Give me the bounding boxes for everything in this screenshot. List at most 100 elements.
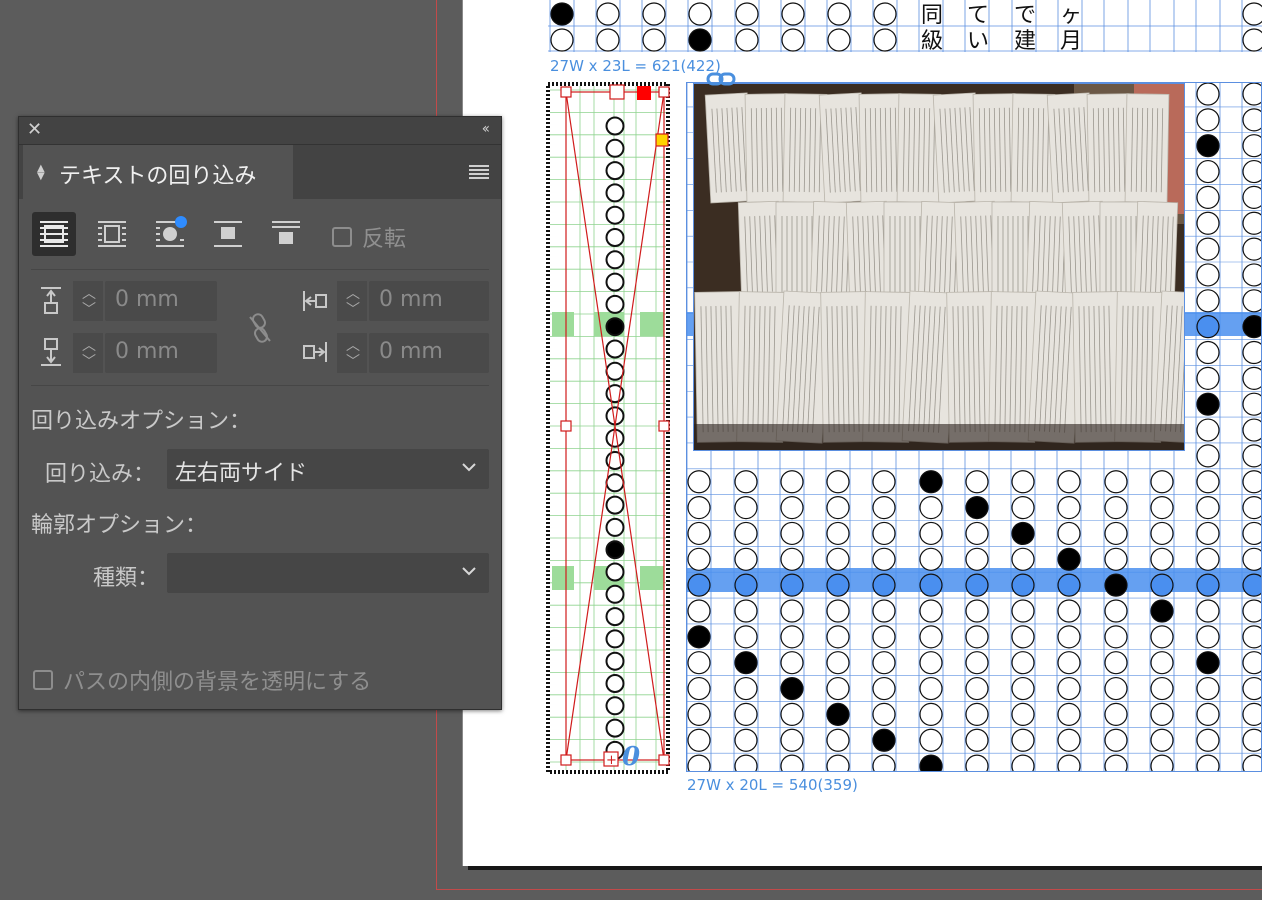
grid-circle <box>605 696 625 716</box>
placed-photo[interactable] <box>693 83 1185 451</box>
grid-circle <box>1242 185 1262 209</box>
panel-menu-icon[interactable] <box>469 165 489 179</box>
close-icon[interactable]: ✕ <box>27 120 42 140</box>
grid-circle <box>605 495 625 515</box>
grid-circle <box>687 547 711 571</box>
grid-circle <box>1150 547 1174 571</box>
selected-text-frame[interactable]: + <box>546 82 670 774</box>
wrap-to-dropdown[interactable]: 左右両サイド <box>167 449 489 489</box>
grid-circle <box>872 470 896 494</box>
grid-circle <box>1150 496 1174 520</box>
grid-circle <box>605 361 625 381</box>
tab-sort-icon[interactable]: ▲ ▼ <box>37 164 45 182</box>
divider <box>31 269 489 270</box>
jump-object-icon <box>214 221 242 247</box>
overset-text-marker[interactable]: 0 <box>622 742 640 772</box>
grid-circle <box>1011 573 1035 597</box>
grid-circle <box>605 517 625 537</box>
grid-circle <box>780 599 804 623</box>
grid-circle <box>687 496 711 520</box>
transparent-background-option[interactable]: パスの内側の背景を透明にする <box>33 664 371 696</box>
grid-circle <box>826 676 850 701</box>
grid-circle <box>1150 676 1174 701</box>
grid-circle <box>780 676 804 701</box>
grid-circle <box>919 676 943 701</box>
grid-circle <box>780 702 804 727</box>
left-offset-field[interactable]: 0 mm <box>369 281 489 321</box>
page-shadow <box>468 866 1262 870</box>
grid-circle <box>1196 315 1220 339</box>
grid-circle <box>965 676 989 701</box>
grid-circle <box>1196 418 1220 442</box>
top-offset-field[interactable]: 0 mm <box>105 281 217 321</box>
grid-circle <box>688 2 712 26</box>
grid-circle <box>1242 82 1262 106</box>
grid-circle <box>1196 340 1220 365</box>
grid-circle <box>1011 728 1035 752</box>
grid-circle <box>1196 547 1220 571</box>
grid-circle <box>1011 547 1035 571</box>
wrap-around-object-shape-button[interactable] <box>148 212 192 256</box>
left-offset-stepper[interactable]: ︿ ﹀ <box>337 281 367 321</box>
grid-circle <box>965 470 989 494</box>
corner-option-handle <box>655 133 669 147</box>
grid-circle <box>1242 599 1262 623</box>
bottom-frame-info-label: 27W x 20L = 540(359) <box>687 776 858 794</box>
wrap-to-label: 回り込み： <box>45 462 156 487</box>
right-offset-field[interactable]: 0 mm <box>369 333 489 373</box>
collapse-panel-icon[interactable]: ‹‹ <box>482 121 490 137</box>
grid-character: 月 <box>1060 29 1082 52</box>
transparent-background-checkbox[interactable] <box>33 670 53 690</box>
no-wrap-button[interactable] <box>32 212 76 256</box>
grid-circle <box>1150 470 1174 494</box>
link-offsets-icon[interactable] <box>246 311 274 345</box>
right-offset-stepper[interactable]: ︿ ﹀ <box>337 333 367 373</box>
jump-object-button[interactable] <box>206 212 250 256</box>
grid-circle <box>919 702 943 727</box>
grid-circle <box>919 651 943 675</box>
invert-checkbox[interactable] <box>332 227 352 247</box>
grid-circle <box>919 625 943 649</box>
grid-circle <box>605 584 625 604</box>
grid-circle <box>780 547 804 571</box>
grid-circle <box>1242 159 1262 184</box>
no-wrap-icon <box>40 221 68 247</box>
grid-circle <box>1150 573 1174 597</box>
grid-circle <box>1104 547 1128 571</box>
grid-circle <box>1196 728 1220 752</box>
grid-circle <box>826 573 850 597</box>
selection-handle <box>560 86 572 98</box>
bottom-offset-stepper[interactable]: ︿ ﹀ <box>73 333 103 373</box>
panel-titlebar[interactable]: ✕ ‹‹ <box>19 117 501 145</box>
grid-circle <box>1011 625 1035 649</box>
grid-circle <box>1242 470 1262 494</box>
bottom-offset-field[interactable]: 0 mm <box>105 333 217 373</box>
top-offset-stepper[interactable]: ︿ ﹀ <box>73 281 103 321</box>
top-frame-grid[interactable]: 同てでヶ級 い 建 月 <box>548 0 1262 52</box>
invert-option[interactable]: 反転 <box>332 221 406 253</box>
grid-circle <box>1242 211 1262 235</box>
grid-circle <box>734 521 758 546</box>
contour-type-dropdown[interactable] <box>167 553 489 593</box>
grid-circle <box>826 547 850 571</box>
grid-circle <box>872 754 896 772</box>
link-icon[interactable] <box>706 70 736 88</box>
grid-circle <box>780 573 804 597</box>
wrap-around-bounding-box-button[interactable] <box>90 212 134 256</box>
highlight-cell <box>552 566 574 590</box>
grid-circle <box>1196 521 1220 546</box>
grid-circle <box>872 728 896 752</box>
grid-circle <box>1011 702 1035 727</box>
grid-circle <box>605 339 625 359</box>
grid-circle <box>1242 289 1262 313</box>
grid-circle <box>1104 676 1128 701</box>
text-wrap-panel[interactable]: ✕ ‹‹ ▲ ▼ テキストの回り込み 反転 ︿ ﹀ 0 mm ︿ ﹀ 0 mm … <box>18 116 502 710</box>
grid-circle <box>605 161 625 181</box>
jump-to-next-column-button[interactable] <box>264 212 308 256</box>
grid-circle <box>1196 496 1220 520</box>
in-port-handle <box>609 84 625 100</box>
grid-circle <box>1104 702 1128 727</box>
grid-circle <box>826 754 850 772</box>
tab-text-wrap[interactable]: ▲ ▼ テキストの回り込み <box>23 145 293 199</box>
wrap-to-value: 左右両サイド <box>175 461 308 486</box>
